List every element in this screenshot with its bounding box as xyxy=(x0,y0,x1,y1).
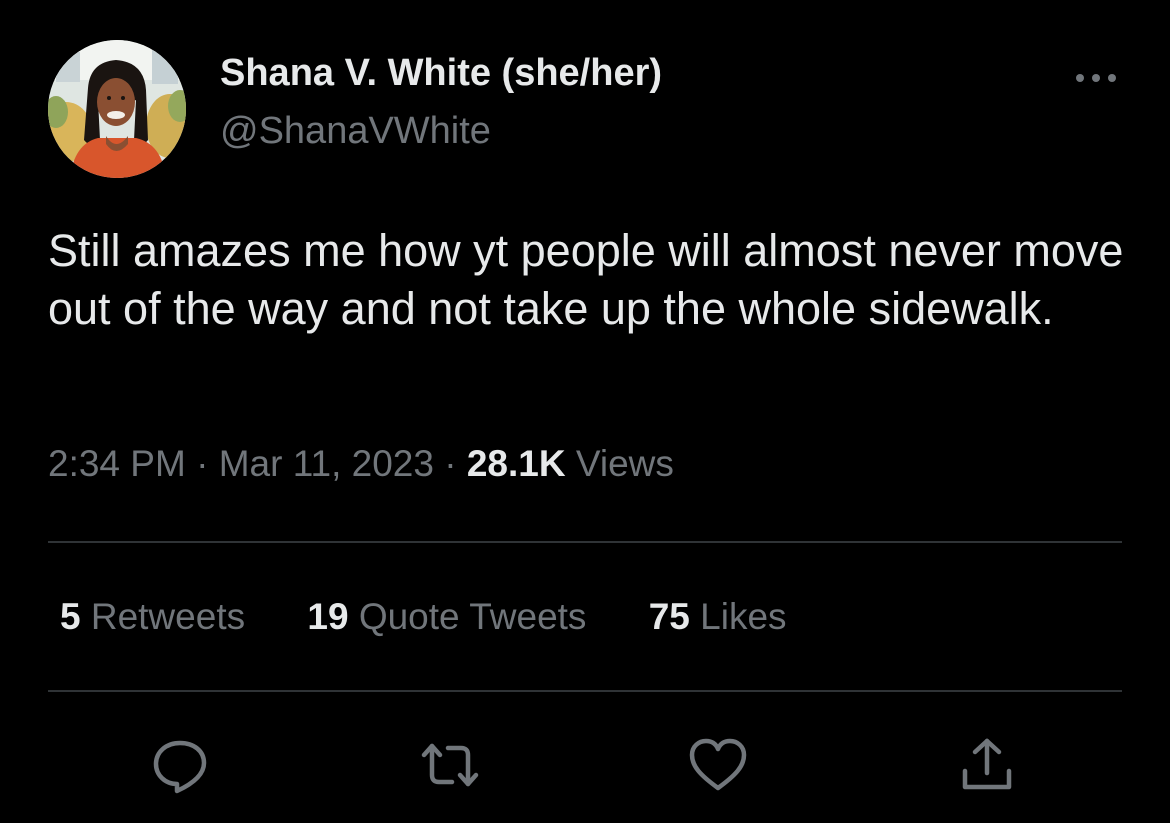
meta-separator: · xyxy=(196,443,209,484)
retweets-label: Retweets xyxy=(90,596,246,637)
tweet-meta: 2:34 PM · Mar 11, 2023 · 28.1K Views xyxy=(48,443,674,485)
quote-tweets-label: Quote Tweets xyxy=(358,596,587,637)
retweet-icon xyxy=(421,743,479,787)
user-handle[interactable]: @ShanaVWhite xyxy=(220,110,491,153)
likes-label: Likes xyxy=(700,596,787,637)
quote-tweets-stat[interactable]: 19 Quote Tweets xyxy=(307,596,586,638)
profile-photo xyxy=(48,40,186,178)
heart-icon xyxy=(689,738,747,791)
meta-separator: · xyxy=(444,443,457,484)
share-icon xyxy=(962,738,1012,790)
likes-stat[interactable]: 75 Likes xyxy=(649,596,787,638)
engagement-stats: 5 Retweets 19 Quote Tweets 75 Likes xyxy=(60,596,839,638)
reply-icon xyxy=(153,740,207,794)
retweets-count: 5 xyxy=(60,596,81,637)
retweet-button[interactable] xyxy=(418,733,482,797)
display-name[interactable]: Shana V. White (she/her) xyxy=(220,52,662,95)
tweet-time[interactable]: 2:34 PM xyxy=(48,443,186,484)
quote-tweets-count: 19 xyxy=(307,596,349,637)
more-icon xyxy=(1076,74,1116,82)
retweets-stat[interactable]: 5 Retweets xyxy=(60,596,245,638)
reply-button[interactable] xyxy=(148,733,212,797)
divider xyxy=(48,690,1122,692)
share-button[interactable] xyxy=(955,733,1019,797)
likes-count: 75 xyxy=(648,596,690,637)
avatar[interactable] xyxy=(48,40,186,178)
views-count[interactable]: 28.1K xyxy=(467,443,566,484)
like-button[interactable] xyxy=(686,733,750,797)
more-options-button[interactable] xyxy=(1070,60,1122,96)
views-label: Views xyxy=(575,443,674,484)
tweet-text: Still amazes me how yt people will almos… xyxy=(48,225,1124,334)
tweet-date[interactable]: Mar 11, 2023 xyxy=(219,443,434,484)
divider xyxy=(48,541,1122,543)
